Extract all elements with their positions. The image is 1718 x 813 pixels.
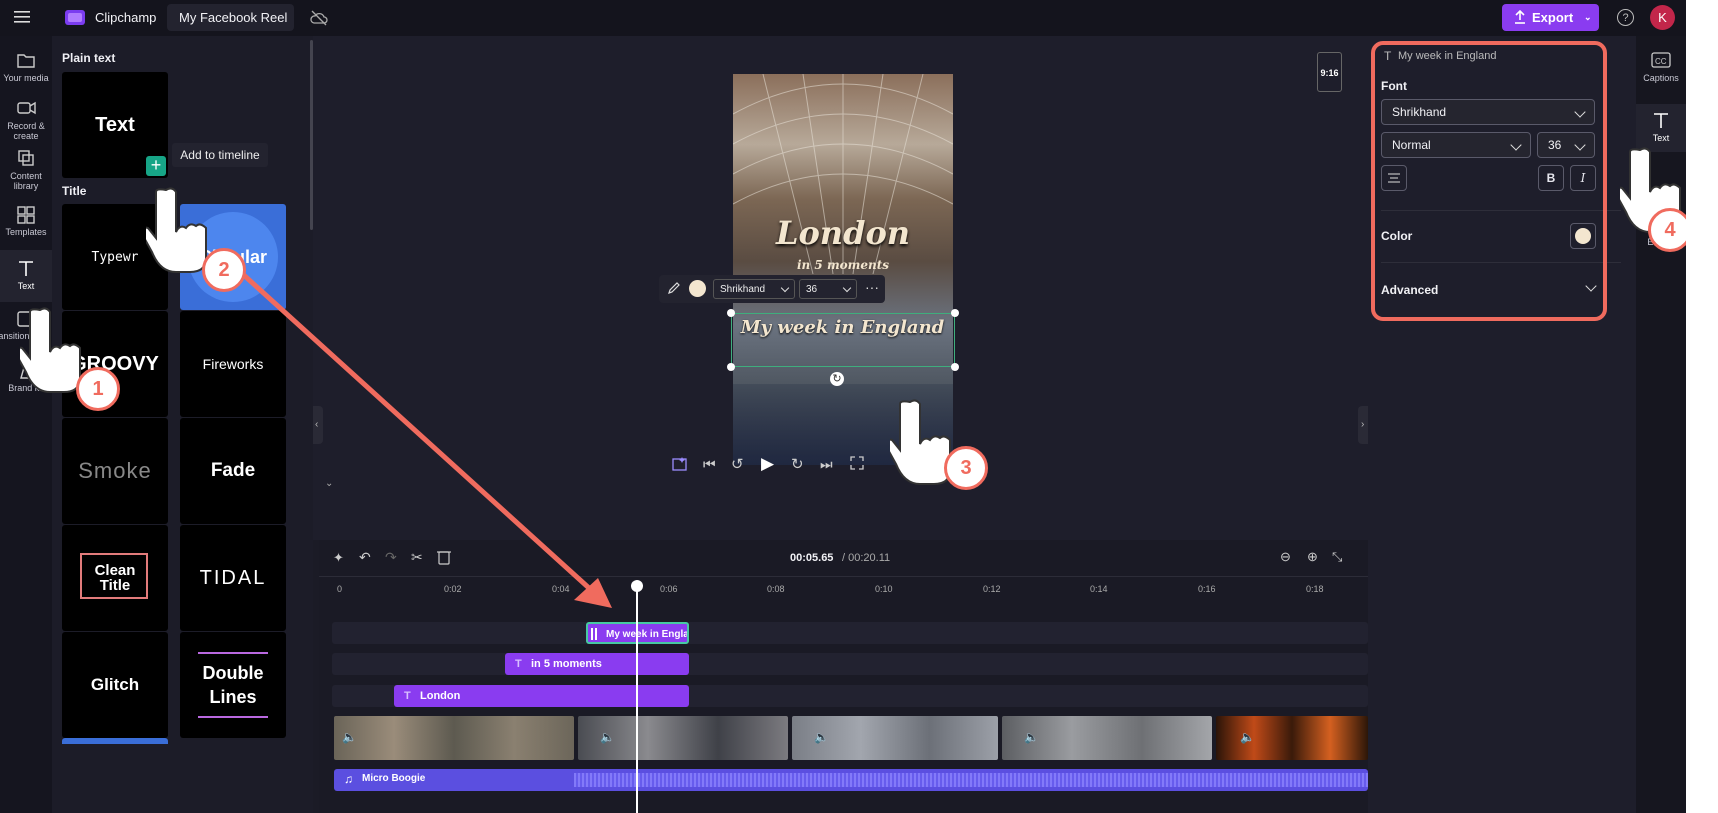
clipchamp-app: Clipchamp My Facebook Reel Export ⌄ ? K … <box>0 0 1686 813</box>
callout-badge-1: 1 <box>76 367 120 411</box>
annotation-arrow <box>233 265 612 608</box>
callout-badge-2: 2 <box>202 248 246 292</box>
callout-badge-3: 3 <box>944 446 988 490</box>
callout-badge-4: 4 <box>1648 208 1686 252</box>
